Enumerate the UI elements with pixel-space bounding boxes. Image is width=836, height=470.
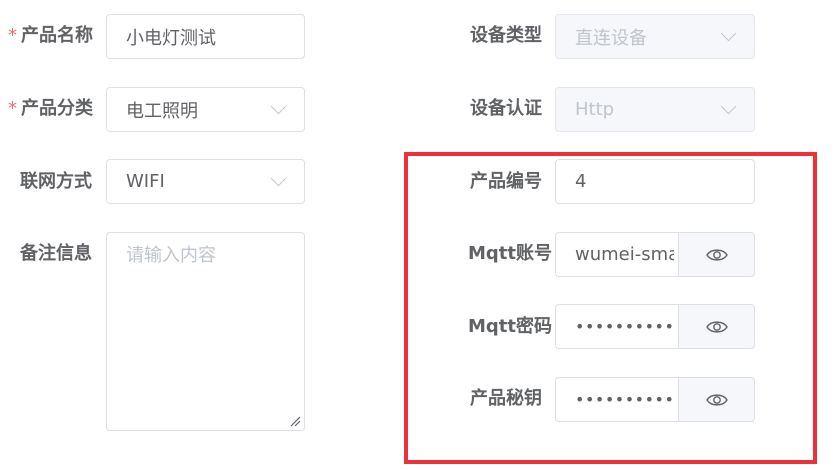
- chevron-down-icon: [720, 98, 737, 115]
- remark-textarea[interactable]: 请输入内容: [106, 232, 305, 431]
- chevron-down-icon: [270, 98, 287, 115]
- device-auth-select: Http: [555, 87, 755, 132]
- product-category-label: * 产品分类: [8, 98, 93, 119]
- product-category-value: 电工照明: [126, 100, 198, 122]
- device-auth-label: 设备认证: [470, 98, 542, 119]
- device-type-select: 直连设备: [555, 14, 755, 59]
- required-mark: *: [8, 98, 17, 119]
- required-mark: *: [8, 25, 17, 46]
- product-name-value: 小电灯测试: [126, 27, 216, 49]
- device-type-label: 设备类型: [470, 25, 542, 46]
- resize-grip-icon[interactable]: [290, 416, 301, 427]
- network-method-value: WIFI: [126, 171, 165, 192]
- product-category-select[interactable]: 电工照明: [106, 87, 305, 132]
- device-auth-value: Http: [575, 99, 615, 120]
- device-type-value: 直连设备: [575, 27, 647, 49]
- chevron-down-icon: [270, 170, 287, 187]
- product-name-label: * 产品名称: [8, 25, 93, 46]
- highlight-box: [404, 152, 817, 464]
- network-method-label: 联网方式: [20, 171, 92, 192]
- product-name-input[interactable]: 小电灯测试: [106, 14, 305, 59]
- remark-placeholder: 请输入内容: [126, 245, 216, 266]
- chevron-down-icon: [720, 25, 737, 42]
- remark-label: 备注信息: [20, 243, 92, 264]
- network-method-select[interactable]: WIFI: [106, 159, 305, 204]
